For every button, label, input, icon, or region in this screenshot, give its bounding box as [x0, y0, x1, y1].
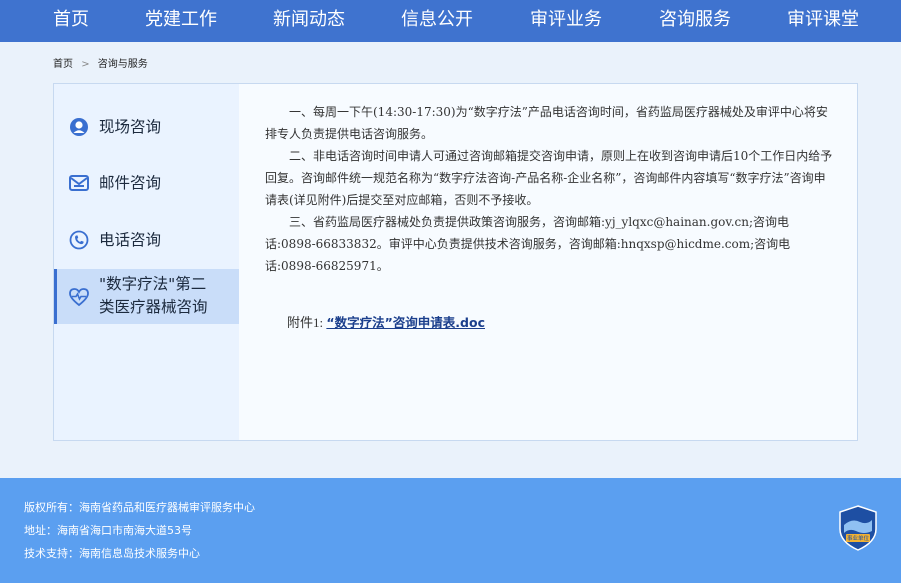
sidebar-item-onsite[interactable]: 现场咨询	[54, 116, 239, 138]
sidebar-item-label-line2: 类医疗器械咨询	[99, 298, 208, 316]
footer: 版权所有：海南省药品和医疗器械审评服务中心 地址：海南省海口市南海大道53号 技…	[0, 478, 901, 583]
sidebar-item-phone[interactable]: 电话咨询	[54, 229, 239, 251]
sidebar-item-digital-therapy[interactable]: "数字疗法"第二 类医疗器械咨询	[54, 269, 239, 324]
nav-news[interactable]: 新闻动态	[273, 0, 345, 42]
breadcrumb-current: 咨询与服务	[97, 59, 148, 70]
paragraph-3: 三、省药监局医疗器械处负责提供政策咨询服务，咨询邮箱:yj_ylqxc@hain…	[265, 215, 791, 273]
nav-info-disclosure[interactable]: 信息公开	[401, 0, 473, 42]
svg-text:事业单位: 事业单位	[847, 534, 870, 542]
consult-panel: 现场咨询 邮件咨询 电话咨询 "数字疗法"第二 类医疗器械咨询 一、每周一下午(…	[53, 83, 858, 441]
nav-review-classroom[interactable]: 审评课堂	[787, 0, 859, 42]
breadcrumb: 首页 > 咨询与服务	[53, 55, 148, 70]
footer-support: 技术支持：海南信息岛技术服务中心	[24, 547, 200, 560]
sidebar-item-label: 邮件咨询	[99, 174, 162, 192]
breadcrumb-separator: >	[81, 59, 90, 70]
attachment-link[interactable]: “数字疗法”咨询申请表.doc	[326, 315, 485, 330]
nav-party-building[interactable]: 党建工作	[145, 0, 217, 42]
sidebar-item-label-line1: "数字疗法"第二	[99, 275, 207, 293]
nav-home[interactable]: 首页	[53, 0, 89, 42]
top-navigation: 首页 党建工作 新闻动态 信息公开 审评业务 咨询服务 审评课堂	[0, 0, 901, 42]
breadcrumb-home[interactable]: 首页	[53, 59, 73, 70]
attachment-line: 附件1: “数字疗法”咨询申请表.doc	[287, 312, 485, 331]
nav-review-business[interactable]: 审评业务	[530, 0, 602, 42]
footer-copyright: 版权所有：海南省药品和医疗器械审评服务中心	[24, 501, 255, 514]
mail-icon	[68, 172, 90, 194]
person-icon	[68, 116, 90, 138]
sidebar: 现场咨询 邮件咨询 电话咨询 "数字疗法"第二 类医疗器械咨询	[54, 84, 239, 440]
public-institution-badge-icon[interactable]: 事业单位	[838, 505, 878, 551]
attachment-prefix: 附件1:	[287, 315, 324, 330]
content-area: 一、每周一下午(14:30-17:30)为“数字疗法”产品电话咨询时间，省药监局…	[239, 84, 857, 440]
nav-consulting-service[interactable]: 咨询服务	[659, 0, 731, 42]
heart-pulse-icon	[68, 286, 90, 308]
footer-address: 地址：海南省海口市南海大道53号	[24, 524, 192, 537]
sidebar-item-email[interactable]: 邮件咨询	[54, 172, 239, 194]
sidebar-item-label: 现场咨询	[99, 118, 162, 136]
sidebar-item-label: 电话咨询	[99, 231, 162, 249]
phone-icon	[68, 229, 90, 251]
paragraph-2: 二、非电话咨询时间申请人可通过咨询邮箱提交咨询申请，原则上在收到咨询申请后10个…	[265, 149, 833, 207]
paragraph-1: 一、每周一下午(14:30-17:30)为“数字疗法”产品电话咨询时间，省药监局…	[265, 105, 828, 141]
